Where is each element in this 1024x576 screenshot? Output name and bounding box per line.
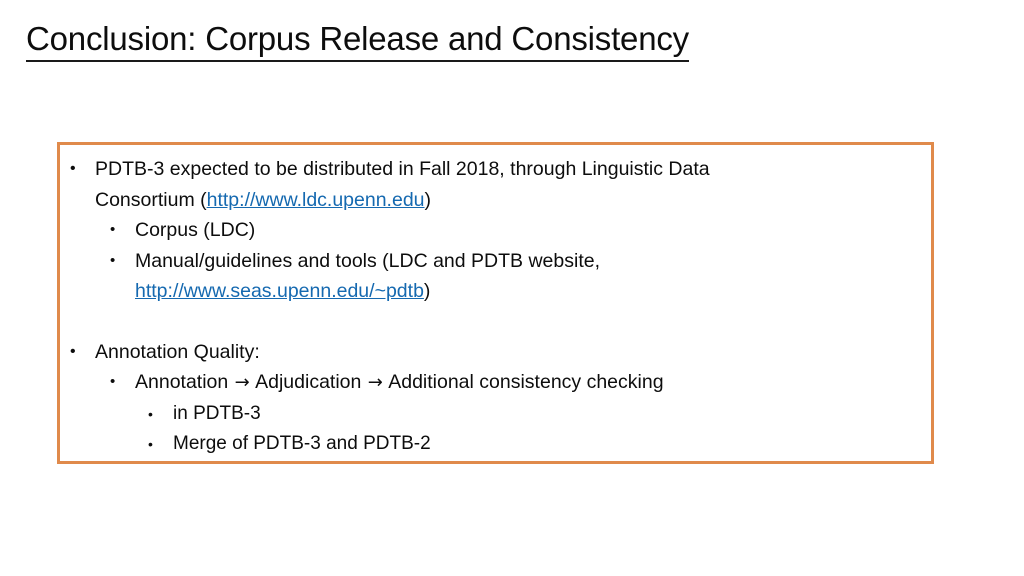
annotation-pipeline-label: Annotation → Adjudication → Additional c…	[135, 367, 925, 399]
list-item: • Manual/guidelines and tools (LDC and P…	[70, 246, 925, 277]
bullet-marker-icon: •	[110, 251, 116, 269]
list-item: • Corpus (LDC)	[70, 215, 925, 246]
list-item: • Annotation Quality:	[70, 337, 925, 368]
bullet-marker-icon: •	[148, 436, 153, 452]
list-item-label: Annotation Quality:	[95, 340, 260, 363]
page-title-text: Conclusion: Corpus Release and Consisten…	[26, 20, 689, 62]
list-item: • PDTB-3 expected to be distributed in F…	[70, 154, 925, 185]
pipeline-step-adjudication: Adjudication	[250, 371, 367, 393]
arrow-right-icon: →	[367, 372, 383, 393]
pipeline-step-annotation: Annotation	[135, 371, 234, 393]
seas-upenn-pdtb-link[interactable]: http://www.seas.upenn.edu/~pdtb	[135, 280, 424, 302]
list-item-label: Corpus (LDC)	[135, 219, 256, 241]
bullet-marker-icon: •	[70, 342, 76, 360]
content-box: • PDTB-3 expected to be distributed in F…	[57, 142, 934, 464]
list-item-label: PDTB-3 expected to be distributed in Fal…	[95, 158, 710, 180]
arrow-right-icon: →	[234, 372, 250, 393]
closing-paren: )	[424, 188, 432, 211]
closing-paren: )	[423, 280, 431, 302]
page-title: Conclusion: Corpus Release and Consisten…	[26, 20, 986, 62]
bullet-marker-icon: •	[70, 160, 76, 177]
bullet-marker-icon: •	[110, 221, 116, 238]
list-item-label: Merge of PDTB-3 and PDTB-2	[173, 433, 431, 454]
list-item: • in PDTB-3	[70, 399, 925, 430]
bullet-list: • PDTB-3 expected to be distributed in F…	[70, 154, 925, 460]
pipeline-step-consistency: Additional consistency checking	[383, 371, 664, 393]
list-item: • Annotation → Adjudication → Additional…	[70, 367, 925, 399]
list-item-label: in PDTB-3	[173, 402, 261, 424]
bullet-marker-icon: •	[148, 405, 153, 422]
list-item-continuation: http://www.seas.upenn.edu/~pdtb)	[70, 276, 925, 307]
consortium-label: Consortium (	[95, 188, 207, 211]
list-item: • Merge of PDTB-3 and PDTB-2	[70, 429, 925, 460]
ldc-upenn-link[interactable]: http://www.ldc.upenn.edu	[207, 189, 425, 211]
list-item-continuation: Consortium (http://www.ldc.upenn.edu)	[70, 185, 925, 216]
bullet-marker-icon: •	[110, 373, 116, 390]
list-item-label: Manual/guidelines and tools (LDC and PDT…	[135, 249, 601, 272]
